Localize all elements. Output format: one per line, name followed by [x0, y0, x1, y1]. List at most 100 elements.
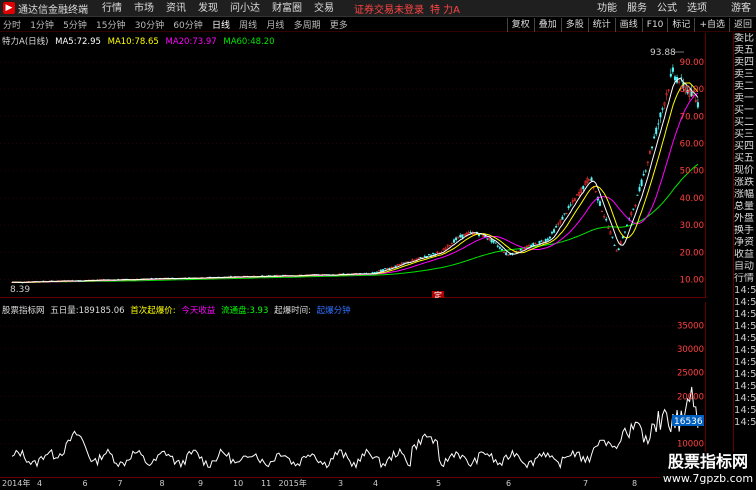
menu-item-zixun[interactable]: 资讯 — [160, 0, 192, 17]
side-panel-label: 买三 — [734, 129, 754, 140]
tab-30min[interactable]: 30分钟 — [132, 21, 167, 31]
tab-zhouxian[interactable]: 周线 — [236, 21, 260, 31]
candle-body — [371, 272, 374, 274]
tab-15min[interactable]: 15分钟 — [93, 21, 128, 31]
side-panel-label: 卖五 — [734, 45, 754, 56]
app-title: 通达信金融终端 — [18, 4, 88, 16]
candle-body — [455, 237, 458, 241]
huaxian-button[interactable]: 画线 — [614, 17, 642, 32]
menu-item-xuanxiang[interactable]: 选项 — [682, 0, 712, 17]
y-tick-label: 10.00 — [680, 276, 704, 286]
high-price-label: 93.88 — [650, 48, 676, 58]
menu-item-faxian[interactable]: 发现 — [192, 0, 224, 17]
liutong-value: 3.93 — [249, 306, 269, 316]
right-menu: 功能 服务 公式 选项 游客 — [592, 0, 756, 17]
candle-body — [623, 231, 626, 233]
tab-60min[interactable]: 60分钟 — [170, 21, 205, 31]
tab-fenshi[interactable]: 分时 — [0, 21, 24, 31]
candle-body — [659, 112, 662, 118]
candle-body — [548, 236, 551, 239]
candle-body — [653, 136, 656, 139]
tab-rixian[interactable]: 日线 — [209, 21, 233, 31]
menu-item-gongneng[interactable]: 功能 — [592, 0, 622, 17]
indicator-site: 股票指标网 — [2, 306, 45, 316]
indicator-chart[interactable]: 股票指标网 五日量:189185.06 首次起爆价: 今天收益 流通盘:3.93… — [0, 302, 706, 477]
side-panel-label: 总量 — [734, 201, 754, 212]
y-tick-label: 40.00 — [680, 194, 704, 204]
tab-duozhouqi[interactable]: 多周期 — [291, 21, 324, 31]
qibao-minute-label: 起爆分钟 — [316, 306, 351, 316]
period-tabs: 分时 1分钟 5分钟 15分钟 30分钟 60分钟 日线 周线 月线 多周期 更… — [0, 18, 351, 31]
main-menu: 行情 市场 资讯 发现 问小达 财富圈 交易 — [96, 0, 340, 17]
menu-item-wenxiaoda[interactable]: 问小达 — [224, 0, 266, 17]
candle-body — [492, 240, 495, 243]
side-panel-label: 净资 — [734, 237, 754, 248]
side-panel-label: 卖三 — [734, 69, 754, 80]
side-panel-label: 委比 — [734, 33, 754, 44]
candle-body — [632, 208, 635, 210]
menu-item-caifuquan[interactable]: 财富圈 — [266, 0, 308, 17]
side-panel-label: 14:5 — [734, 405, 756, 416]
side-panel-label: 14:5 — [734, 285, 756, 296]
side-panel-label: 14:5 — [734, 309, 756, 320]
side-panel-label: 买二 — [734, 117, 754, 128]
back-button[interactable]: 返回 — [728, 17, 756, 32]
ma20-line — [12, 92, 699, 283]
tab-5min[interactable]: 5分钟 — [60, 21, 90, 31]
candle-body — [538, 240, 541, 244]
first-qibao-label: 首次起爆价: — [130, 306, 176, 316]
candle-body — [546, 238, 549, 241]
ma10-value: 78.65 — [134, 37, 159, 47]
tongji-button[interactable]: 统计 — [587, 17, 615, 32]
candle-body — [613, 245, 616, 247]
menu-item-hangqing[interactable]: 行情 — [96, 0, 128, 17]
menu-item-youke[interactable]: 游客 — [726, 0, 756, 17]
side-panel-label: 14:5 — [734, 369, 756, 380]
candle-body — [505, 252, 508, 255]
candle-body — [419, 257, 422, 259]
fuquan-button[interactable]: 复权 — [506, 17, 534, 32]
ma10-label: MA10: — [107, 37, 135, 47]
menu-item-jiaoyi[interactable]: 交易 — [308, 0, 340, 17]
tab-1min[interactable]: 1分钟 — [27, 21, 57, 31]
candle-body — [636, 194, 639, 196]
candle-body — [617, 248, 620, 251]
biaoji-button[interactable]: 标记 — [667, 17, 694, 32]
y-tick-label: 30000 — [677, 345, 704, 355]
side-panel-label: 自动 — [734, 261, 754, 272]
duogu-button[interactable]: 多股 — [560, 17, 588, 32]
candle-body — [427, 254, 430, 256]
diejia-button[interactable]: 叠加 — [533, 17, 561, 32]
ma5-label: MA5: — [55, 37, 77, 47]
candle-body — [452, 239, 455, 243]
side-panel-label: 外盘 — [734, 213, 754, 224]
period-toolbar: 分时 1分钟 5分钟 15分钟 30分钟 60分钟 日线 周线 月线 多周期 更… — [0, 17, 756, 32]
menu-item-shichang[interactable]: 市场 — [128, 0, 160, 17]
f10-button[interactable]: F10 — [641, 17, 668, 32]
ma-legend: 特力A(日线) MA5:72.95 MA10:78.65 MA20:73.97 … — [2, 35, 275, 47]
candle-body — [642, 173, 645, 176]
candle-body — [373, 272, 376, 274]
candle-body — [590, 177, 593, 181]
indicator-svg: 350003000025000200001500010000 16536 — [0, 321, 706, 470]
candle-body — [496, 245, 499, 247]
candle-body — [640, 179, 643, 186]
side-panel-label: 卖二 — [734, 81, 754, 92]
ma20-value: 73.97 — [192, 37, 217, 47]
y-tick-label: 10000 — [677, 440, 704, 450]
kline-chart[interactable]: 特力A(日线) MA5:72.95 MA10:78.65 MA20:73.97 … — [0, 33, 706, 300]
candle-body — [432, 252, 435, 254]
side-panel-label: 现价 — [734, 165, 754, 176]
tab-gengduo[interactable]: 更多 — [327, 21, 351, 31]
menu-item-gongshi[interactable]: 公式 — [652, 0, 682, 17]
tab-yuexian[interactable]: 月线 — [263, 21, 287, 31]
side-panel-label: 卖一 — [734, 93, 754, 104]
candle-body — [657, 123, 660, 125]
candle-body — [423, 255, 426, 257]
add-watchlist-button[interactable]: +自选 — [694, 17, 729, 32]
watermark-url: www.7gpzb.com — [662, 472, 754, 485]
menu-item-fuwu[interactable]: 服务 — [622, 0, 652, 17]
candle-body — [384, 268, 387, 270]
candle-body — [582, 185, 585, 190]
login-status[interactable]: 证券交易未登录 — [354, 1, 424, 16]
